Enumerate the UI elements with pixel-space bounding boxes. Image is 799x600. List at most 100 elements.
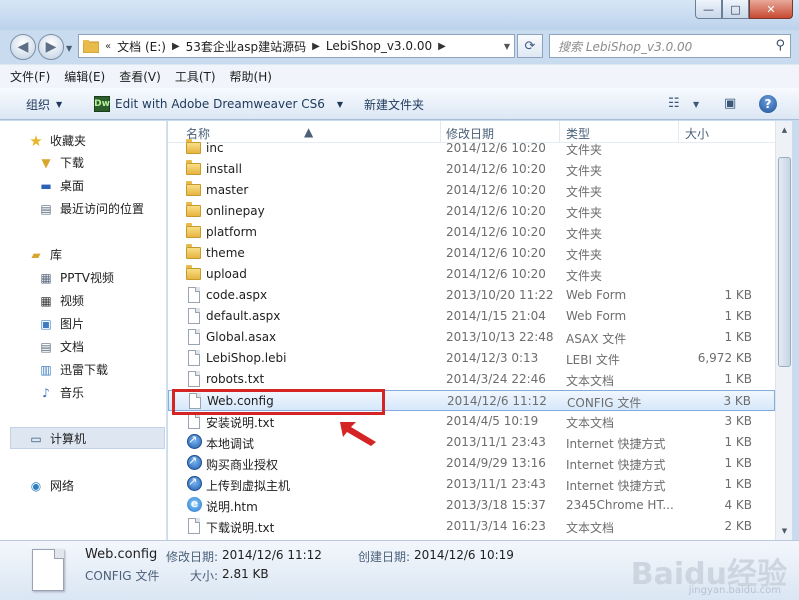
refresh-button[interactable]: ⟳ xyxy=(517,34,543,58)
file-icon xyxy=(188,413,200,429)
menu-help[interactable]: 帮助(H) xyxy=(230,68,272,85)
details-modified-label: 修改日期: xyxy=(166,550,219,564)
file-row[interactable]: Global.asax 2013/10/13 22:48 ASAX 文件 1 KB xyxy=(168,327,775,348)
file-date: 2013/11/1 23:43 xyxy=(446,435,546,449)
file-row[interactable]: 上传到虚拟主机 2013/11/1 23:43 Internet 快捷方式 1 KB xyxy=(168,474,775,495)
close-button[interactable]: ✕ xyxy=(749,0,793,19)
file-date: 2013/11/1 23:43 xyxy=(446,477,546,491)
chevron-right-icon[interactable]: ▶ xyxy=(312,41,320,52)
nav-item-documents[interactable]: ▤ 文档 xyxy=(38,338,84,355)
nav-network[interactable]: ◉ 网络 xyxy=(28,477,74,494)
file-row[interactable]: code.aspx 2013/10/20 11:22 Web Form 1 KB xyxy=(168,285,775,306)
navigation-row: ◀ ▶ ▼ « 文档 (E:) ▶ 53套企业asp建站源码 ▶ LebiSho… xyxy=(0,30,799,62)
help-icon[interactable]: ? xyxy=(759,95,777,113)
file-row[interactable]: theme 2014/12/6 10:20 文件夹 xyxy=(168,243,775,264)
file-name: upload xyxy=(206,267,247,281)
file-row[interactable]: master 2014/12/6 10:20 文件夹 xyxy=(168,180,775,201)
file-row[interactable]: onlinepay 2014/12/6 10:20 文件夹 xyxy=(168,201,775,222)
file-type: 2345Chrome HT... xyxy=(566,498,674,512)
file-date: 2011/3/14 16:23 xyxy=(446,519,546,533)
file-name: platform xyxy=(206,225,257,239)
file-type: Internet 快捷方式 xyxy=(566,479,666,493)
menu-view[interactable]: 查看(V) xyxy=(119,68,161,85)
back-button[interactable]: ◀ xyxy=(10,34,36,60)
file-type: LEBI 文件 xyxy=(566,353,620,367)
file-type: 文件夹 xyxy=(566,164,603,178)
minimize-button[interactable]: — xyxy=(695,0,722,19)
nav-libraries-label: 库 xyxy=(50,248,63,262)
file-row[interactable]: e 说明.htm 2013/3/18 15:37 2345Chrome HT... 4 … xyxy=(168,495,775,516)
file-name: 购买商业授权 xyxy=(206,458,279,472)
file-date: 2014/12/6 10:20 xyxy=(446,204,546,218)
chevron-down-icon: ▼ xyxy=(56,100,63,109)
file-row[interactable]: default.aspx 2014/1/15 21:04 Web Form 1 KB xyxy=(168,306,775,327)
menu-tools[interactable]: 工具(T) xyxy=(175,68,216,85)
computer-icon: ▭ xyxy=(30,431,42,446)
nav-item-recent-places[interactable]: ▤ 最近访问的位置 xyxy=(38,200,144,217)
scrollbar-thumb[interactable] xyxy=(778,157,791,367)
search-icon[interactable]: ⚲ xyxy=(775,38,785,53)
nav-favorites[interactable]: ★ 收藏夹 xyxy=(28,132,86,150)
nav-item-pptv[interactable]: ▦ PPTV视频 xyxy=(38,269,114,286)
folder-icon xyxy=(83,39,99,53)
open-with-dreamweaver-button[interactable]: Dw Edit with Adobe Dreamweaver CS6 ▼ xyxy=(94,96,343,112)
file-size: 1 KB xyxy=(724,330,752,344)
annotation-highlight-box xyxy=(172,389,385,415)
new-folder-label: 新建文件夹 xyxy=(364,98,425,112)
maximize-button[interactable]: □ xyxy=(722,0,749,19)
file-row[interactable]: platform 2014/12/6 10:20 文件夹 xyxy=(168,222,775,243)
file-name: robots.txt xyxy=(206,372,265,386)
chevron-down-icon[interactable]: ▼ xyxy=(693,100,699,109)
address-overflow[interactable]: « xyxy=(105,41,111,52)
file-type: CONFIG 文件 xyxy=(567,396,642,410)
new-folder-button[interactable]: 新建文件夹 xyxy=(364,96,424,113)
nav-item-thunder-downloads[interactable]: ▥ 迅雷下载 xyxy=(38,361,108,378)
address-segment-current[interactable]: LebiShop_v3.0.00 xyxy=(326,39,432,53)
nav-computer-label: 计算机 xyxy=(50,432,87,446)
file-row[interactable]: 下载说明.txt 2011/3/14 16:23 文本文档 2 KB xyxy=(168,516,775,537)
preview-pane-icon[interactable]: ▣ xyxy=(724,96,736,111)
chevron-right-icon[interactable]: ▶ xyxy=(172,41,180,52)
nav-item-label: 文档 xyxy=(60,340,85,354)
nav-item-downloads[interactable]: ▼ 下载 xyxy=(38,154,84,171)
chevron-down-icon[interactable]: ▼ xyxy=(504,42,510,51)
vertical-scrollbar[interactable]: ▲ ▼ xyxy=(775,121,792,540)
nav-item-pictures[interactable]: ▣ 图片 xyxy=(38,315,84,332)
file-row[interactable]: inc 2014/12/6 10:20 文件夹 xyxy=(168,138,775,159)
download-folder-icon: ▼ xyxy=(41,155,51,170)
file-row[interactable]: upload 2014/12/6 10:20 文件夹 xyxy=(168,264,775,285)
nav-item-music[interactable]: ♪ 音乐 xyxy=(38,384,84,401)
search-input[interactable]: 搜索 LebiShop_v3.0.00 ⚲ xyxy=(549,34,791,58)
scroll-up-icon[interactable]: ▲ xyxy=(777,122,792,138)
scroll-down-icon[interactable]: ▼ xyxy=(777,523,792,539)
file-date: 2013/10/20 11:22 xyxy=(446,288,554,302)
menu-file[interactable]: 文件(F) xyxy=(10,68,50,85)
file-type: ASAX 文件 xyxy=(566,332,627,346)
view-options-icon[interactable]: ☷ xyxy=(668,96,680,111)
nav-item-videos[interactable]: ▦ 视频 xyxy=(38,292,84,309)
file-size: 1 KB xyxy=(724,435,752,449)
nav-computer[interactable]: ▭ 计算机 xyxy=(28,430,86,447)
file-size: 2 KB xyxy=(724,519,752,533)
address-segment-drive[interactable]: 文档 (E:) xyxy=(117,38,166,55)
menu-bar: 文件(F) 编辑(E) 查看(V) 工具(T) 帮助(H) xyxy=(0,64,799,88)
file-size: 4 KB xyxy=(724,498,752,512)
file-row[interactable]: 购买商业授权 2014/9/29 13:16 Internet 快捷方式 1 KB xyxy=(168,453,775,474)
chevron-right-icon[interactable]: ▶ xyxy=(438,41,446,52)
details-created-value: 2014/12/6 10:19 xyxy=(414,548,514,562)
open-with-label: Edit with Adobe Dreamweaver CS6 xyxy=(115,97,325,111)
address-segment-source[interactable]: 53套企业asp建站源码 xyxy=(186,38,307,55)
file-type: 文本文档 xyxy=(566,374,615,388)
nav-libraries[interactable]: ▰ 库 xyxy=(28,246,62,263)
file-row[interactable]: robots.txt 2014/3/24 22:46 文本文档 1 KB xyxy=(168,369,775,390)
file-row[interactable]: install 2014/12/6 10:20 文件夹 xyxy=(168,159,775,180)
organize-button[interactable]: 组织 ▼ xyxy=(26,96,62,113)
folder-icon xyxy=(186,160,201,175)
nav-item-desktop[interactable]: ▬ 桌面 xyxy=(38,177,84,194)
forward-button[interactable]: ▶ xyxy=(38,34,64,60)
address-bar[interactable]: « 文档 (E:) ▶ 53套企业asp建站源码 ▶ LebiShop_v3.0… xyxy=(78,34,515,58)
recent-pages-dropdown[interactable]: ▼ xyxy=(66,44,72,53)
menu-edit[interactable]: 编辑(E) xyxy=(64,68,105,85)
file-row[interactable]: LebiShop.lebi 2014/12/3 0:13 LEBI 文件 6,972 … xyxy=(168,348,775,369)
file-row[interactable]: 本地调试 2013/11/1 23:43 Internet 快捷方式 1 KB xyxy=(168,432,775,453)
